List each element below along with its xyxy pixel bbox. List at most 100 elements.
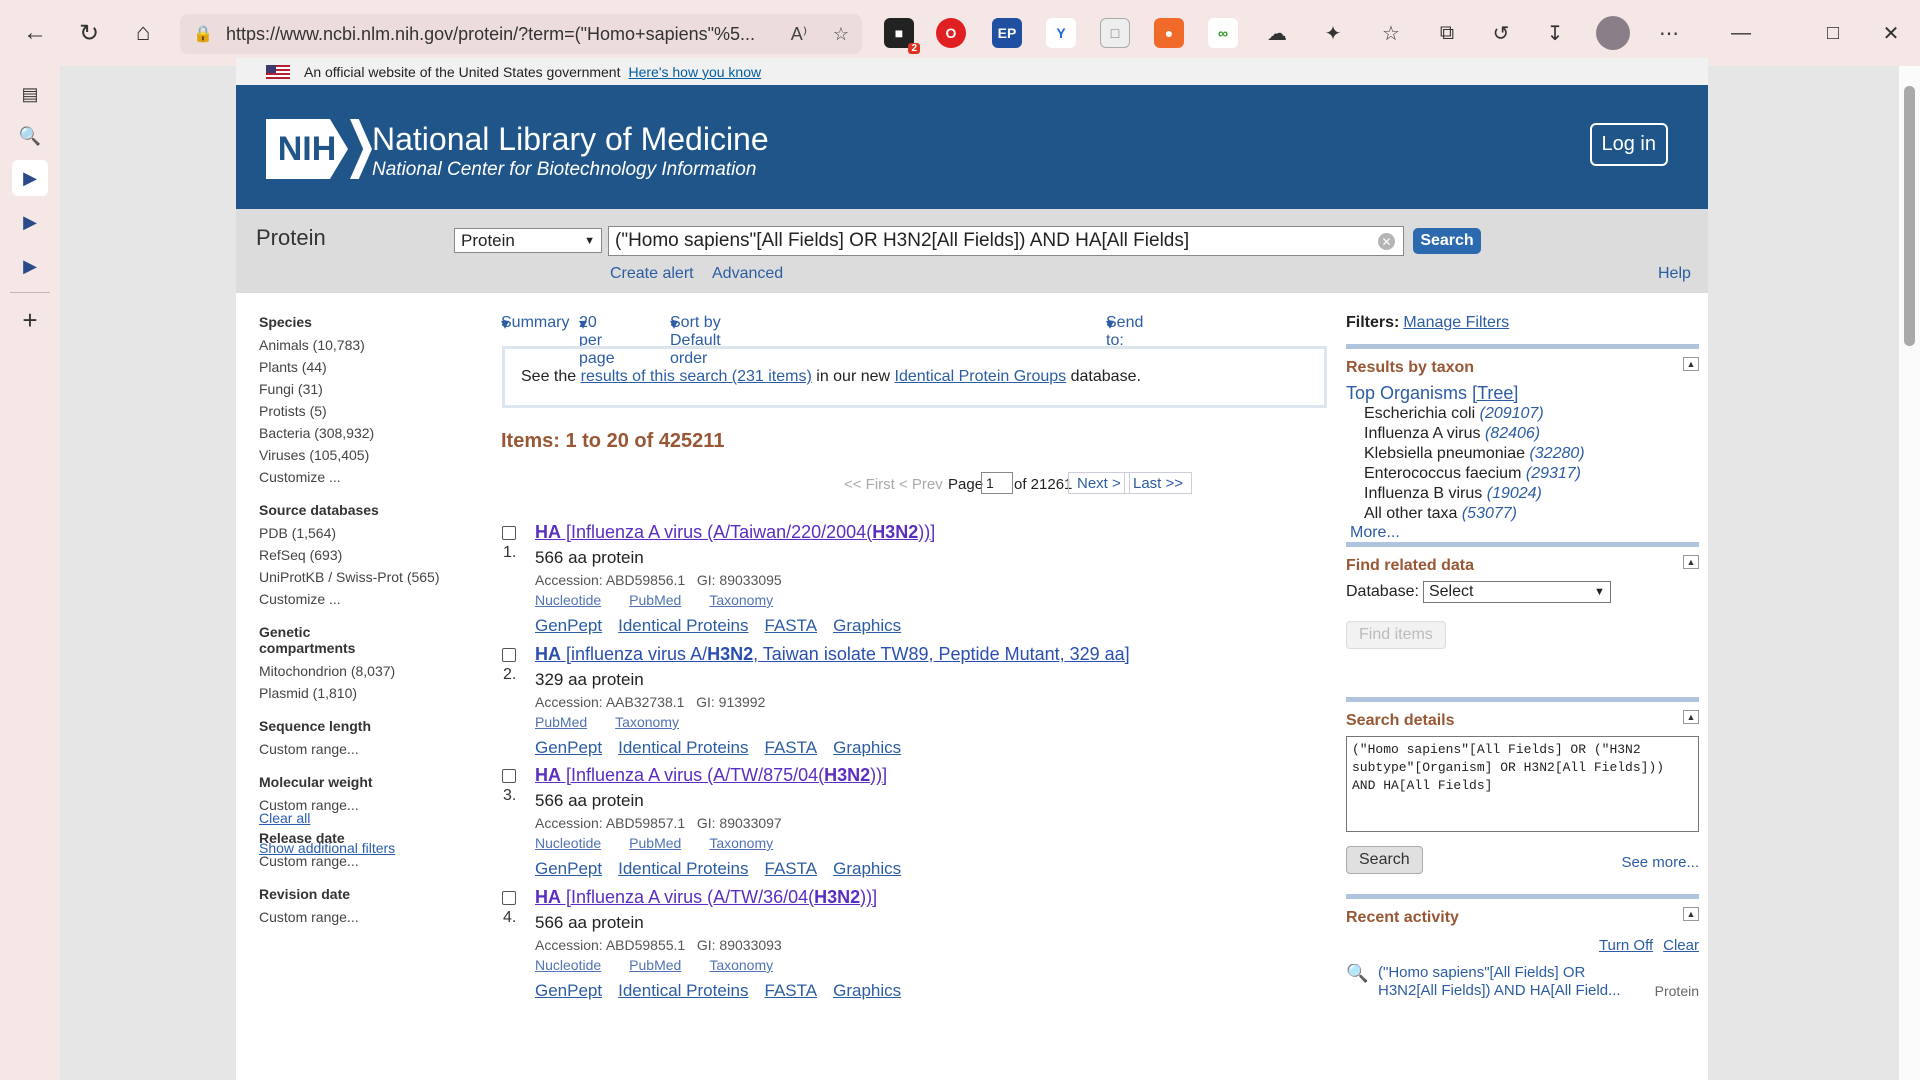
recent-activity-item[interactable]: 🔍 ("Homo sapiens"[All Fields] OR H3N2[Al…	[1346, 964, 1699, 1000]
result-title-link[interactable]: HA [Influenza A virus (A/TW/875/04(H3N2)…	[535, 765, 887, 786]
fasta-link[interactable]: FASTA	[765, 859, 818, 878]
orange-extension-icon[interactable]: ●	[1154, 18, 1184, 48]
search-input[interactable]: ("Homo sapiens"[All Fields] OR H3N2[All …	[608, 226, 1404, 256]
per-page-dropdown[interactable]: 20 per page ▾	[579, 314, 615, 367]
minimize-icon[interactable]: —	[1724, 16, 1758, 50]
login-button[interactable]: Log in	[1589, 123, 1668, 166]
filter-custom-range[interactable]: Custom range...	[259, 906, 449, 928]
graphics-link[interactable]: Graphics	[833, 616, 901, 635]
sidebar-app-icon[interactable]: ▶	[12, 204, 48, 240]
how-you-know-link[interactable]: Here's how you know	[628, 64, 761, 80]
clear-recent-link[interactable]: Clear	[1663, 937, 1699, 954]
find-items-button[interactable]: Find items	[1346, 621, 1446, 649]
page-extension-icon[interactable]: □	[1100, 18, 1130, 48]
taxonomy-link[interactable]: Taxonomy	[615, 714, 679, 730]
pubmed-link[interactable]: PubMed	[629, 592, 681, 608]
turn-off-link[interactable]: Turn Off	[1599, 937, 1653, 954]
database-select[interactable]: Protein ▼	[454, 228, 602, 253]
sidebar-app-icon[interactable]: ▶	[12, 248, 48, 284]
taxon-item[interactable]: Enterococcus faecium (29317)	[1364, 464, 1699, 484]
result-title-link[interactable]: HA [Influenza A virus (A/Taiwan/220/2004…	[535, 522, 935, 543]
identical-proteins-link[interactable]: Identical Proteins	[618, 981, 748, 1000]
genpept-link[interactable]: GenPept	[535, 859, 602, 878]
more-menu-icon[interactable]: ⋯	[1652, 16, 1686, 50]
taxon-item[interactable]: Escherichia coli (209107)	[1364, 404, 1699, 424]
read-aloud-icon[interactable]: A⁾	[778, 24, 820, 45]
collapse-toggle-icon[interactable]: ▲	[1683, 357, 1699, 371]
fasta-link[interactable]: FASTA	[765, 981, 818, 1000]
nlm-title[interactable]: National Library of Medicine	[372, 121, 769, 158]
extensions-puzzle-icon[interactable]: ✦	[1316, 16, 1350, 50]
opera-extension-icon[interactable]: O	[936, 18, 966, 48]
add-icon[interactable]: +	[12, 302, 48, 338]
last-page-link[interactable]: Last >>	[1124, 472, 1193, 494]
graphics-link[interactable]: Graphics	[833, 981, 901, 1000]
home-icon[interactable]: ⌂	[116, 6, 170, 60]
filter-item[interactable]: Plants (44)	[259, 356, 449, 378]
filter-item[interactable]: RefSeq (693)	[259, 544, 449, 566]
filter-item[interactable]: Mitochondrion (8,037)	[259, 660, 449, 682]
filter-item[interactable]: PDB (1,564)	[259, 522, 449, 544]
identical-proteins-link[interactable]: Identical Proteins	[618, 616, 748, 635]
nucleotide-link[interactable]: Nucleotide	[535, 835, 601, 851]
nucleotide-link[interactable]: Nucleotide	[535, 957, 601, 973]
taxon-item[interactable]: Klebsiella pneumoniae (32280)	[1364, 444, 1699, 464]
next-page-link[interactable]: Next >	[1068, 472, 1130, 494]
genpept-link[interactable]: GenPept	[535, 738, 602, 757]
refresh-icon[interactable]: ↻	[62, 6, 116, 60]
ipg-results-link[interactable]: results of this search (231 items)	[581, 368, 812, 386]
send-to-dropdown[interactable]: Send to: ▾	[1106, 314, 1143, 349]
y-extension-icon[interactable]: Y	[1046, 18, 1076, 48]
manage-filters-link[interactable]: Manage Filters	[1403, 314, 1509, 331]
filter-customize[interactable]: Customize ...	[259, 466, 449, 488]
graphics-link[interactable]: Graphics	[833, 738, 901, 757]
taxonomy-link[interactable]: Taxonomy	[709, 957, 773, 973]
sidebar-app-icon[interactable]: ▶	[12, 160, 48, 196]
filter-item[interactable]: Protists (5)	[259, 400, 449, 422]
collapse-toggle-icon[interactable]: ▲	[1683, 555, 1699, 569]
favorite-add-icon[interactable]: ☆	[820, 24, 862, 45]
downloads-icon[interactable]: ↧	[1538, 16, 1572, 50]
nih-logo[interactable]: NIH	[266, 119, 348, 179]
identical-proteins-link[interactable]: Identical Proteins	[618, 859, 748, 878]
clear-search-icon[interactable]: ✕	[1378, 233, 1395, 250]
filter-item[interactable]: Animals (10,783)	[259, 334, 449, 356]
format-dropdown[interactable]: Summary ▾	[501, 314, 569, 334]
address-bar[interactable]: 🔒 https://www.ncbi.nlm.nih.gov/protein/?…	[180, 14, 862, 54]
filter-item[interactable]: UniProtKB / Swiss-Prot (565)	[259, 566, 449, 588]
more-taxa-link[interactable]: More...	[1350, 524, 1699, 542]
filter-item[interactable]: Bacteria (308,932)	[259, 422, 449, 444]
related-database-select[interactable]: Select ▼	[1422, 581, 1611, 603]
pubmed-link[interactable]: PubMed	[535, 714, 587, 730]
extension-icon[interactable]: ■ 2	[884, 18, 920, 54]
scrollbar-thumb[interactable]	[1904, 86, 1915, 346]
see-more-link[interactable]: See more...	[1621, 854, 1699, 871]
collapse-toggle-icon[interactable]: ▲	[1683, 710, 1699, 724]
nucleotide-link[interactable]: Nucleotide	[535, 592, 601, 608]
taxon-item[interactable]: Influenza A virus (82406)	[1364, 424, 1699, 444]
collections-icon[interactable]: ⧉	[1430, 16, 1464, 50]
filter-item[interactable]: Fungi (31)	[259, 378, 449, 400]
filter-item[interactable]: Viruses (105,405)	[259, 444, 449, 466]
show-additional-filters-link[interactable]: Show additional filters	[259, 840, 395, 856]
clear-all-link[interactable]: Clear all	[259, 810, 310, 826]
result-title-link[interactable]: HA [influenza virus A/H3N2, Taiwan isola…	[535, 644, 1130, 665]
ep-extension-icon[interactable]: EP	[992, 18, 1022, 48]
maximize-icon[interactable]: □	[1816, 16, 1850, 50]
genpept-link[interactable]: GenPept	[535, 981, 602, 1000]
filter-custom-range[interactable]: Custom range...	[259, 738, 449, 760]
taxonomy-tree-link[interactable]: [Tree]	[1472, 383, 1518, 403]
result-checkbox[interactable]	[502, 891, 516, 905]
advanced-search-link[interactable]: Advanced	[712, 265, 783, 283]
scrollbar[interactable]	[1899, 66, 1920, 1080]
result-checkbox[interactable]	[502, 526, 516, 540]
close-window-icon[interactable]: ✕	[1874, 16, 1908, 50]
page-number-input[interactable]: 1	[981, 472, 1013, 494]
fasta-link[interactable]: FASTA	[765, 738, 818, 757]
pubmed-link[interactable]: PubMed	[629, 957, 681, 973]
prev-page-link[interactable]: < Prev	[899, 476, 943, 493]
search-details-textarea[interactable]: ("Homo sapiens"[All Fields] OR ("H3N2 su…	[1346, 736, 1699, 832]
fasta-link[interactable]: FASTA	[765, 616, 818, 635]
filter-item[interactable]: Plasmid (1,810)	[259, 682, 449, 704]
avatar[interactable]	[1596, 16, 1630, 50]
